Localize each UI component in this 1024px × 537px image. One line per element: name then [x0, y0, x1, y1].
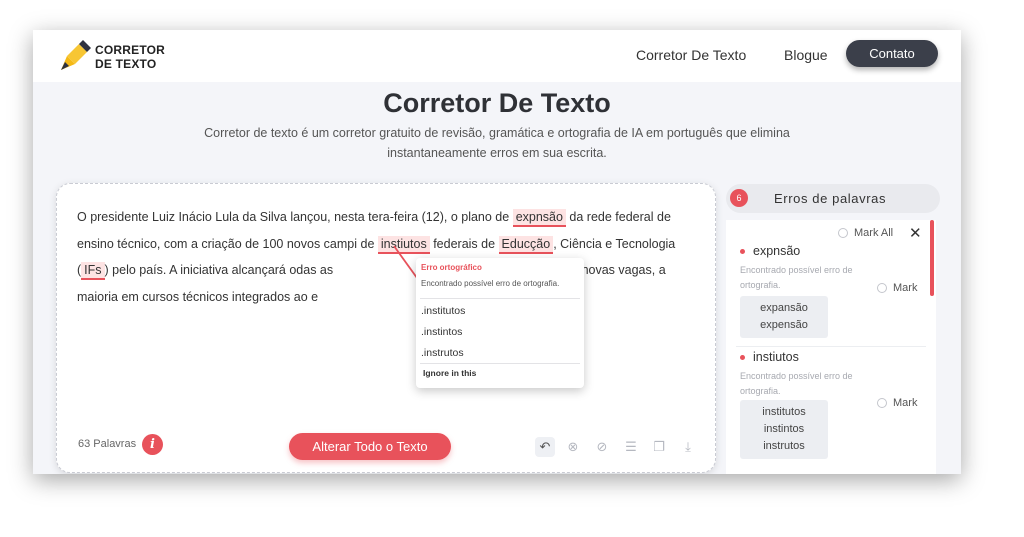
popup-suggestion[interactable]: .instrutos: [421, 347, 464, 359]
radio-icon[interactable]: [877, 283, 887, 293]
undo-icon[interactable]: ↶: [535, 437, 555, 457]
popup-title: Erro ortográfico: [421, 263, 482, 272]
popup-divider: [420, 363, 580, 364]
change-all-text-button[interactable]: Alterar Todo o Texto: [289, 433, 451, 460]
text-editor[interactable]: O presidente Luiz Inácio Lula da Silva l…: [56, 183, 716, 473]
subtitle-line1: Corretor de texto é um corretor gratuito…: [204, 126, 790, 140]
error-item-word[interactable]: instiutos: [740, 350, 799, 364]
logo-text: CORRETOR DE TEXTO: [95, 43, 165, 71]
error-word-expnsao[interactable]: expnsão: [512, 209, 566, 227]
suggestion[interactable]: expansão: [740, 300, 828, 317]
error-word-label: expnsão: [753, 244, 801, 258]
suggestion-box[interactable]: expansão expensão: [740, 296, 828, 338]
suggestion-popup: Erro ortográfico Encontrado possível err…: [416, 258, 584, 388]
divider: [736, 346, 926, 347]
pen-logo-icon: [57, 40, 91, 74]
word-count: 63 Palavras: [78, 438, 137, 450]
radio-icon[interactable]: [877, 398, 887, 408]
suggestion[interactable]: instrutos: [740, 438, 828, 455]
error-description: Encontrado possível erro de ortografia.: [740, 371, 853, 396]
error-count-badge: 6: [730, 189, 748, 207]
mark-label: Mark: [893, 397, 918, 409]
download-icon[interactable]: ⤓: [678, 437, 698, 457]
nav-corretor-de-texto[interactable]: Corretor De Texto: [636, 47, 746, 63]
subtitle-line2: instantaneamente erros em sua escrita.: [387, 146, 607, 160]
page-subtitle: Corretor de texto é um corretor gratuito…: [183, 123, 811, 163]
mark-all-toggle[interactable]: Mark All: [838, 227, 893, 239]
errors-panel-title: Erros de palavras: [774, 191, 887, 206]
clear-icon[interactable]: ⊗: [563, 437, 583, 457]
mark-label: Mark: [893, 282, 918, 294]
mark-toggle[interactable]: Mark: [877, 282, 917, 294]
text-segment: ) pelo país. A iniciativa alcançará odas…: [104, 263, 334, 277]
errors-panel: Mark All ✕ expnsão Encontrado possível e…: [726, 220, 936, 474]
copy-icon[interactable]: ❐: [649, 437, 669, 457]
site-header: CORRETOR DE TEXTO Corretor De Texto Blog…: [33, 30, 961, 82]
popup-description: Encontrado possível erro de ortografia.: [421, 279, 560, 288]
panel-scrollbar[interactable]: [930, 220, 934, 296]
ignore-button[interactable]: Ignore in this: [423, 368, 476, 378]
error-description: Encontrado possível erro de ortografia.: [740, 265, 853, 290]
suggestion[interactable]: institutos: [740, 404, 828, 421]
suggestion-box[interactable]: institutos instintos instrutos: [740, 400, 828, 459]
suggestion[interactable]: expensão: [740, 317, 828, 334]
bullet-icon: [740, 249, 745, 255]
contato-button[interactable]: Contato: [846, 40, 938, 67]
list-icon[interactable]: ☰: [621, 437, 641, 457]
suggestion[interactable]: instintos: [740, 421, 828, 438]
error-word-ifs[interactable]: IFs: [81, 262, 105, 280]
app-window: CORRETOR DE TEXTO Corretor De Texto Blog…: [33, 30, 961, 474]
check-icon[interactable]: ⊘: [592, 437, 612, 457]
bullet-icon: [740, 355, 745, 361]
text-segment: federais de: [429, 236, 499, 251]
page-title: Corretor De Texto: [383, 88, 611, 118]
editor-content[interactable]: O presidente Luiz Inácio Lula da Silva l…: [77, 204, 697, 310]
logo[interactable]: CORRETOR DE TEXTO: [57, 40, 165, 74]
text-segment: O presidente Luiz Inácio Lula da Silva l…: [77, 210, 513, 224]
logo-line1: CORRETOR: [95, 43, 166, 57]
popup-divider: [420, 298, 580, 299]
logo-line2: DE TEXTO: [95, 57, 157, 71]
error-item-word[interactable]: expnsão: [740, 244, 800, 258]
errors-panel-header: 6 Erros de palavras: [726, 184, 940, 213]
popup-suggestion[interactable]: .institutos: [421, 305, 465, 317]
info-icon[interactable]: i: [142, 434, 163, 455]
mark-all-label: Mark All: [854, 227, 894, 239]
error-word-label: instiutos: [753, 350, 799, 364]
popup-suggestion[interactable]: .instintos: [421, 326, 462, 338]
mark-toggle[interactable]: Mark: [877, 397, 917, 409]
close-icon[interactable]: ✕: [909, 224, 922, 242]
error-word-educcao[interactable]: Educção: [498, 235, 554, 254]
radio-icon[interactable]: [838, 228, 848, 238]
nav-blogue[interactable]: Blogue: [784, 47, 828, 63]
